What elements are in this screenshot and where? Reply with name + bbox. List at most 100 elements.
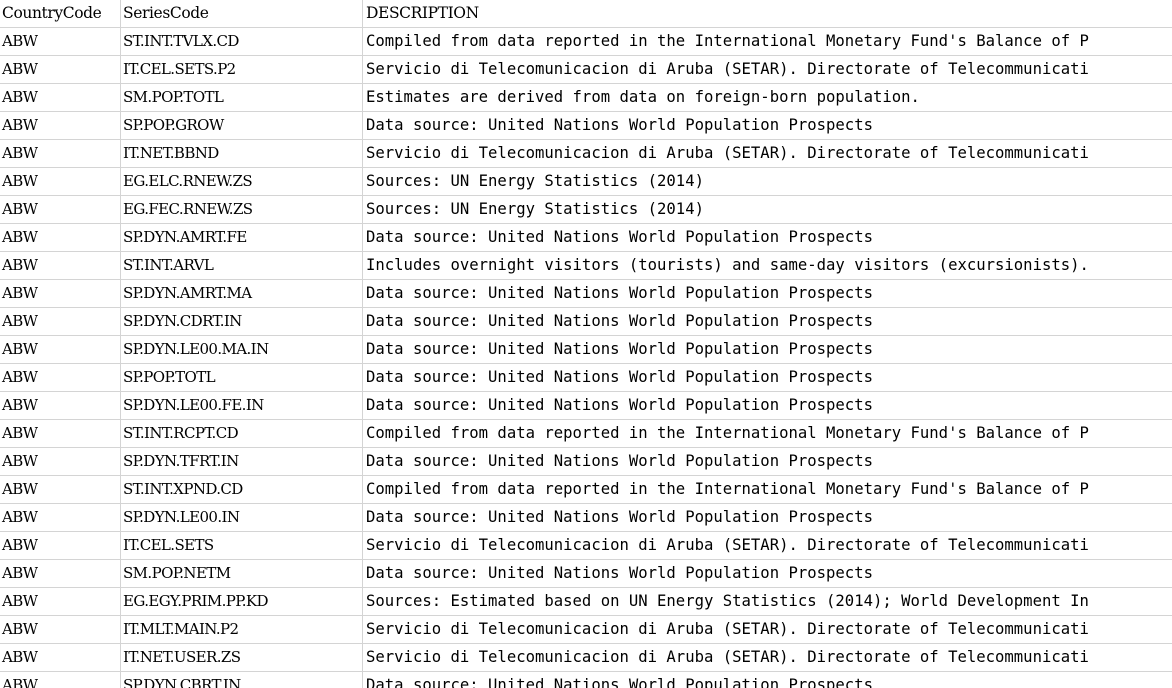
cell-description[interactable]: Servicio di Telecomunicacion di Aruba (S…	[363, 56, 1172, 83]
cell-series-code[interactable]: EG.FEC.RNEW.ZS	[121, 196, 363, 223]
cell-series-code[interactable]: ST.INT.ARVL	[121, 252, 363, 279]
cell-country-code[interactable]: ABW	[0, 56, 121, 83]
cell-series-code[interactable]: SM.POP.TOTL	[121, 84, 363, 111]
table-row[interactable]: ABW IT.NET.USER.ZS Servicio di Telecomunic…	[0, 644, 1172, 672]
cell-description[interactable]: Data source: United Nations World Popula…	[363, 448, 1172, 475]
cell-series-code[interactable]: SP.POP.GROW	[121, 112, 363, 139]
cell-country-code[interactable]: ABW	[0, 588, 121, 615]
cell-series-code[interactable]: SP.DYN.AMRT.MA	[121, 280, 363, 307]
cell-description[interactable]: Compiled from data reported in the Inter…	[363, 476, 1172, 503]
cell-series-code[interactable]: EG.EGY.PRIM.PP.KD	[121, 588, 363, 615]
cell-series-code[interactable]: SP.DYN.CBRT.IN	[121, 672, 363, 688]
table-row[interactable]: ABW SP.DYN.LE00.MA.IN Data source: United …	[0, 336, 1172, 364]
cell-country-code[interactable]: ABW	[0, 140, 121, 167]
cell-description[interactable]: Compiled from data reported in the Inter…	[363, 28, 1172, 55]
cell-description[interactable]: Data source: United Nations World Popula…	[363, 336, 1172, 363]
cell-series-code[interactable]: IT.CEL.SETS.P2	[121, 56, 363, 83]
cell-series-code[interactable]: IT.NET.BBND	[121, 140, 363, 167]
cell-description[interactable]: Compiled from data reported in the Inter…	[363, 420, 1172, 447]
table-row[interactable]: ABW ST.INT.XPND.CD Compiled from data repo…	[0, 476, 1172, 504]
cell-series-code[interactable]: SP.DYN.LE00.FE.IN	[121, 392, 363, 419]
cell-description[interactable]: Estimates are derived from data on forei…	[363, 84, 1172, 111]
cell-description[interactable]: Data source: United Nations World Popula…	[363, 280, 1172, 307]
table-row[interactable]: ABW IT.NET.BBND Servicio di Telecomunicaci…	[0, 140, 1172, 168]
cell-country-code[interactable]: ABW	[0, 476, 121, 503]
cell-country-code[interactable]: ABW	[0, 196, 121, 223]
cell-description[interactable]: Sources: Estimated based on UN Energy St…	[363, 588, 1172, 615]
cell-description[interactable]: Data source: United Nations World Popula…	[363, 224, 1172, 251]
cell-description[interactable]: Servicio di Telecomunicacion di Aruba (S…	[363, 140, 1172, 167]
cell-country-code[interactable]: ABW	[0, 560, 121, 587]
table-row[interactable]: ABW SP.DYN.CDRT.IN Data source: United Nat…	[0, 308, 1172, 336]
cell-description[interactable]: Data source: United Nations World Popula…	[363, 672, 1172, 688]
cell-description[interactable]: Servicio di Telecomunicacion di Aruba (S…	[363, 616, 1172, 643]
cell-series-code[interactable]: SP.POP.TOTL	[121, 364, 363, 391]
cell-series-code[interactable]: SP.DYN.LE00.IN	[121, 504, 363, 531]
table-row[interactable]: ABW SP.DYN.AMRT.FE Data source: United Nat…	[0, 224, 1172, 252]
cell-series-code[interactable]: IT.CEL.SETS	[121, 532, 363, 559]
cell-country-code[interactable]: ABW	[0, 448, 121, 475]
cell-country-code[interactable]: ABW	[0, 308, 121, 335]
cell-country-code[interactable]: ABW	[0, 168, 121, 195]
header-cell-description[interactable]: DESCRIPTION	[363, 0, 1172, 27]
cell-series-code[interactable]: SM.POP.NETM	[121, 560, 363, 587]
table-row[interactable]: ABW ST.INT.RCPT.CD Compiled from data repo…	[0, 420, 1172, 448]
cell-country-code[interactable]: ABW	[0, 364, 121, 391]
header-cell-countrycode[interactable]: CountryCode	[0, 0, 121, 27]
cell-description[interactable]: Data source: United Nations World Popula…	[363, 560, 1172, 587]
cell-description[interactable]: Sources: UN Energy Statistics (2014)	[363, 196, 1172, 223]
table-row[interactable]: ABW EG.ELC.RNEW.ZS Sources: UN Energy Stat…	[0, 168, 1172, 196]
table-row[interactable]: ABW SP.DYN.CBRT.IN Data source: United Nat…	[0, 672, 1172, 688]
table-row[interactable]: ABW SP.DYN.TFRT.IN Data source: United Nat…	[0, 448, 1172, 476]
cell-series-code[interactable]: SP.DYN.TFRT.IN	[121, 448, 363, 475]
cell-country-code[interactable]: ABW	[0, 532, 121, 559]
table-row[interactable]: ABW ST.INT.ARVL Includes overnight visitor…	[0, 252, 1172, 280]
cell-country-code[interactable]: ABW	[0, 112, 121, 139]
table-row[interactable]: ABW SP.POP.TOTL Data source: United Nation…	[0, 364, 1172, 392]
cell-description[interactable]: Data source: United Nations World Popula…	[363, 392, 1172, 419]
table-row[interactable]: ABW SP.DYN.LE00.FE.IN Data source: United …	[0, 392, 1172, 420]
cell-description[interactable]: Servicio di Telecomunicacion di Aruba (S…	[363, 644, 1172, 671]
cell-series-code[interactable]: EG.ELC.RNEW.ZS	[121, 168, 363, 195]
cell-series-code[interactable]: ST.INT.TVLX.CD	[121, 28, 363, 55]
table-row[interactable]: ABW SP.DYN.LE00.IN Data source: United Nat…	[0, 504, 1172, 532]
cell-series-code[interactable]: ST.INT.RCPT.CD	[121, 420, 363, 447]
cell-series-code[interactable]: IT.MLT.MAIN.P2	[121, 616, 363, 643]
cell-series-code[interactable]: SP.DYN.CDRT.IN	[121, 308, 363, 335]
cell-country-code[interactable]: ABW	[0, 280, 121, 307]
cell-country-code[interactable]: ABW	[0, 84, 121, 111]
cell-series-code[interactable]: SP.DYN.AMRT.FE	[121, 224, 363, 251]
cell-country-code[interactable]: ABW	[0, 336, 121, 363]
cell-series-code[interactable]: SP.DYN.LE00.MA.IN	[121, 336, 363, 363]
header-row: CountryCode SeriesCode DESCRIPTION	[0, 0, 1172, 28]
table-row[interactable]: ABW IT.CEL.SETS Servicio di Telecomunicaci…	[0, 532, 1172, 560]
cell-description[interactable]: Data source: United Nations World Popula…	[363, 112, 1172, 139]
cell-country-code[interactable]: ABW	[0, 224, 121, 251]
table-row[interactable]: ABW SP.DYN.AMRT.MA Data source: United Nat…	[0, 280, 1172, 308]
cell-country-code[interactable]: ABW	[0, 672, 121, 688]
table-row[interactable]: ABW IT.CEL.SETS.P2 Servicio di Telecomunic…	[0, 56, 1172, 84]
cell-country-code[interactable]: ABW	[0, 644, 121, 671]
cell-country-code[interactable]: ABW	[0, 28, 121, 55]
table-row[interactable]: ABW EG.EGY.PRIM.PP.KD Sources: Estimated b…	[0, 588, 1172, 616]
cell-country-code[interactable]: ABW	[0, 420, 121, 447]
table-row[interactable]: ABW SP.POP.GROW Data source: United Nation…	[0, 112, 1172, 140]
cell-country-code[interactable]: ABW	[0, 392, 121, 419]
table-row[interactable]: ABW IT.MLT.MAIN.P2 Servicio di Telecomunic…	[0, 616, 1172, 644]
cell-country-code[interactable]: ABW	[0, 504, 121, 531]
cell-series-code[interactable]: IT.NET.USER.ZS	[121, 644, 363, 671]
table-row[interactable]: ABW SM.POP.TOTL Estimates are derived from…	[0, 84, 1172, 112]
cell-description[interactable]: Data source: United Nations World Popula…	[363, 308, 1172, 335]
cell-description[interactable]: Data source: United Nations World Popula…	[363, 504, 1172, 531]
cell-description[interactable]: Includes overnight visitors (tourists) a…	[363, 252, 1172, 279]
cell-country-code[interactable]: ABW	[0, 616, 121, 643]
cell-description[interactable]: Servicio di Telecomunicacion di Aruba (S…	[363, 532, 1172, 559]
header-cell-seriescode[interactable]: SeriesCode	[121, 0, 363, 27]
cell-country-code[interactable]: ABW	[0, 252, 121, 279]
table-row[interactable]: ABW SM.POP.NETM Data source: United Nation…	[0, 560, 1172, 588]
cell-description[interactable]: Sources: UN Energy Statistics (2014)	[363, 168, 1172, 195]
cell-series-code[interactable]: ST.INT.XPND.CD	[121, 476, 363, 503]
cell-description[interactable]: Data source: United Nations World Popula…	[363, 364, 1172, 391]
table-row[interactable]: ABW ST.INT.TVLX.CD Compiled from data repo…	[0, 28, 1172, 56]
table-row[interactable]: ABW EG.FEC.RNEW.ZS Sources: UN Energy Stat…	[0, 196, 1172, 224]
